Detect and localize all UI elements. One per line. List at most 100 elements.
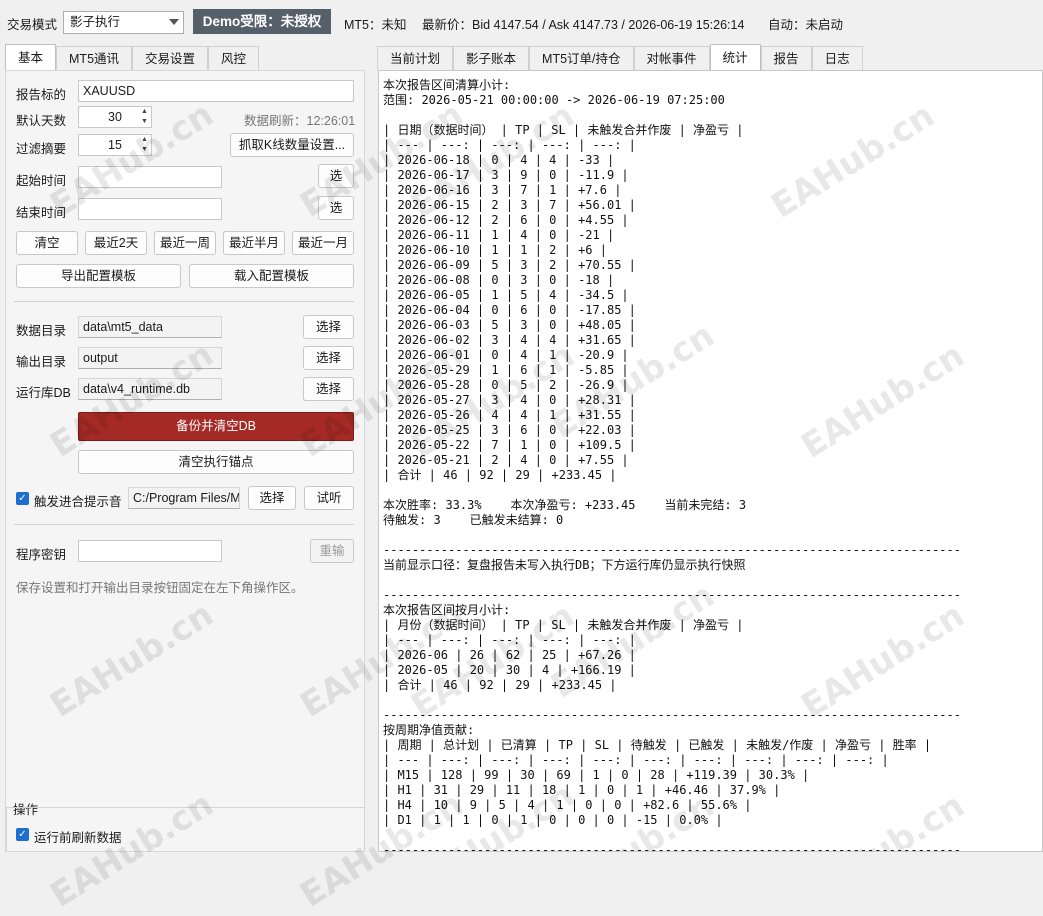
default-days-value: 30 bbox=[108, 110, 122, 124]
import-template-button[interactable]: 载入配置模板 bbox=[189, 264, 354, 288]
filter-stepper[interactable]: ▲ ▼ bbox=[139, 135, 150, 155]
clear-range-button[interactable]: 清空 bbox=[16, 231, 78, 255]
report-line: | 2026-05-28 | 0 | 5 | 2 | -26.9 | bbox=[383, 378, 629, 392]
report-line: | 2026-05-21 | 2 | 4 | 0 | +7.55 | bbox=[383, 453, 629, 467]
report-line: | 合计 | 46 | 92 | 29 | +233.45 | bbox=[383, 468, 617, 482]
data-dir-field[interactable]: data\mt5_data bbox=[78, 316, 222, 338]
tab-mt5-orders[interactable]: MT5订单/持仓 bbox=[529, 46, 634, 70]
program-key-input[interactable] bbox=[78, 540, 222, 562]
report-line: | 2026-06 | 26 | 62 | 25 | +67.26 | bbox=[383, 648, 636, 662]
report-line: 按周期净值贡献: bbox=[383, 723, 475, 737]
tab-risk-control[interactable]: 风控 bbox=[208, 46, 260, 70]
report-line: | --- | ---: | ---: | ---: | ---: | bbox=[383, 138, 636, 152]
days-stepper[interactable]: ▲ ▼ bbox=[139, 107, 150, 127]
reenter-key-button[interactable]: 重输 bbox=[310, 539, 354, 563]
stepper-up-icon[interactable]: ▲ bbox=[139, 107, 150, 117]
data-dir-select-button[interactable]: 选择 bbox=[303, 315, 354, 339]
trigger-sound-label: 触发进合提示音 bbox=[34, 495, 122, 509]
report-line: | 2026-06-18 | 0 | 4 | 4 | -33 | bbox=[383, 153, 615, 167]
report-line: | D1 | 1 | 1 | 0 | 1 | 0 | 0 | 0 | -15 |… bbox=[383, 813, 723, 827]
report-line: | 2026-05-26 | 4 | 4 | 1 | +31.55 | bbox=[383, 408, 636, 422]
tab-log[interactable]: 日志 bbox=[811, 46, 863, 70]
tab-statistics[interactable]: 统计 bbox=[709, 44, 761, 70]
hint-text: 保存设置和打开输出目录按钮固定在左下角操作区。 bbox=[16, 581, 304, 595]
report-line: | H4 | 10 | 9 | 5 | 4 | 1 | 0 | 0 | +82.… bbox=[383, 798, 752, 812]
output-dir-field[interactable]: output bbox=[78, 347, 222, 369]
symbol-label: 报告标的 bbox=[16, 88, 67, 102]
top-toolbar: 交易模式 影子执行 Demo受限：未授权 MT5：未知 最新价：Bid 4147… bbox=[0, 0, 1043, 44]
tab-basic[interactable]: 基本 bbox=[5, 44, 57, 70]
clear-execution-anchor-button[interactable]: 清空执行锚点 bbox=[78, 450, 354, 474]
report-line: | --- | ---: | ---: | ---: | ---: | bbox=[383, 633, 636, 647]
sound-select-button[interactable]: 选择 bbox=[248, 486, 296, 510]
report-line: | 合计 | 46 | 92 | 29 | +233.45 | bbox=[383, 678, 617, 692]
report-line: | 日期（数据时间） | TP | SL | 未触发合并作废 | 净盈亏 | bbox=[383, 123, 744, 137]
tab-current-plan[interactable]: 当前计划 bbox=[377, 46, 454, 70]
last-half-month-button[interactable]: 最近半月 bbox=[223, 231, 285, 255]
listen-sound-button[interactable]: 试听 bbox=[304, 486, 354, 510]
backup-and-clear-db-button[interactable]: 备份并清空DB bbox=[78, 412, 354, 441]
tab-mt5-comm[interactable]: MT5通讯 bbox=[56, 46, 133, 70]
report-line: | 2026-06-08 | 0 | 3 | 0 | -18 | bbox=[383, 273, 615, 287]
end-time-pick-button[interactable]: 选 bbox=[318, 196, 354, 220]
runtime-db-select-button[interactable]: 选择 bbox=[303, 377, 354, 401]
tab-report[interactable]: 报告 bbox=[760, 46, 812, 70]
report-line: | M15 | 128 | 99 | 30 | 69 | 1 | 0 | 28 … bbox=[383, 768, 810, 782]
report-line: 本次胜率: 33.3% 本次净盈亏: +233.45 当前未完结: 3 bbox=[383, 498, 747, 512]
tab-reconcile-events[interactable]: 对帐事件 bbox=[633, 46, 710, 70]
report-line: ----------------------------------------… bbox=[383, 843, 961, 852]
end-time-input[interactable] bbox=[78, 198, 222, 220]
report-line bbox=[383, 828, 961, 843]
start-time-pick-button[interactable]: 选 bbox=[318, 164, 354, 188]
trade-mode-select[interactable]: 影子执行 bbox=[63, 11, 184, 34]
export-template-button[interactable]: 导出配置模板 bbox=[16, 264, 181, 288]
refresh-before-run-checkbox[interactable]: ✓ bbox=[16, 828, 29, 841]
statistics-report-panel[interactable]: 本次报告区间清算小计: 范围: 2026-05-21 00:00:00 -> 20… bbox=[378, 70, 1043, 852]
report-line: | 2026-06-10 | 1 | 1 | 2 | +6 | bbox=[383, 243, 607, 257]
mt5-status: MT5：未知 bbox=[344, 18, 407, 32]
report-line: | 2026-06-09 | 5 | 3 | 2 | +70.55 | bbox=[383, 258, 636, 272]
report-line: | 2026-06-16 | 3 | 7 | 1 | +7.6 | bbox=[383, 183, 622, 197]
fetch-kline-settings-button[interactable]: 抓取K线数量设置... bbox=[230, 133, 354, 157]
report-line: | 2026-05-22 | 7 | 1 | 0 | +109.5 | bbox=[383, 438, 636, 452]
runtime-db-field[interactable]: data\v4_runtime.db bbox=[78, 378, 222, 400]
report-line: | 2026-06-02 | 3 | 4 | 4 | +31.65 | bbox=[383, 333, 636, 347]
last-month-button[interactable]: 最近一月 bbox=[292, 231, 354, 255]
report-line: | 2026-05-27 | 3 | 4 | 0 | +28.31 | bbox=[383, 393, 636, 407]
report-line: | 月份（数据时间） | TP | SL | 未触发合并作废 | 净盈亏 | bbox=[383, 618, 744, 632]
output-dir-label: 输出目录 bbox=[16, 355, 67, 369]
report-line: 本次报告区间清算小计: bbox=[383, 78, 511, 92]
report-line: | 2026-05 | 20 | 30 | 4 | +166.19 | bbox=[383, 663, 636, 677]
report-line: | H1 | 31 | 29 | 11 | 18 | 1 | 0 | 1 | +… bbox=[383, 783, 781, 797]
report-line: 待触发: 3 已触发未结算: 0 bbox=[383, 513, 564, 527]
report-line: | 2026-06-01 | 0 | 4 | 1 | -20.9 | bbox=[383, 348, 629, 362]
last-week-button[interactable]: 最近一周 bbox=[154, 231, 216, 255]
report-line: ----------------------------------------… bbox=[383, 543, 961, 557]
tab-trade-settings[interactable]: 交易设置 bbox=[132, 46, 209, 70]
trigger-sound-path-field[interactable]: C:/Program Files/M bbox=[128, 487, 240, 509]
start-time-input[interactable] bbox=[78, 166, 222, 188]
report-line: ----------------------------------------… bbox=[383, 708, 961, 722]
report-line: 本次报告区间按月小计: bbox=[383, 603, 511, 617]
stepper-down-icon[interactable]: ▼ bbox=[139, 145, 150, 155]
last-2-days-button[interactable]: 最近2天 bbox=[85, 231, 147, 255]
output-dir-select-button[interactable]: 选择 bbox=[303, 346, 354, 370]
divider bbox=[14, 301, 354, 302]
stepper-down-icon[interactable]: ▼ bbox=[139, 117, 150, 127]
report-line: | 2026-06-11 | 1 | 4 | 0 | -21 | bbox=[383, 228, 615, 242]
default-days-label: 默认天数 bbox=[16, 114, 67, 128]
program-key-label: 程序密钥 bbox=[16, 548, 67, 562]
trigger-sound-checkbox[interactable]: ✓ bbox=[16, 492, 29, 505]
runtime-db-label: 运行库DB bbox=[16, 386, 71, 400]
report-line: | 2026-06-12 | 2 | 6 | 0 | +4.55 | bbox=[383, 213, 629, 227]
chevron-down-icon bbox=[169, 19, 179, 25]
stepper-up-icon[interactable]: ▲ bbox=[139, 135, 150, 145]
tab-shadow-ledger[interactable]: 影子账本 bbox=[453, 46, 530, 70]
report-line: | 2026-06-15 | 2 | 3 | 7 | +56.01 | bbox=[383, 198, 636, 212]
report-line: | 周期 | 总计划 | 已清算 | TP | SL | 待触发 | 已触发 |… bbox=[383, 738, 932, 752]
report-line: | 2026-05-25 | 3 | 6 | 0 | +22.03 | bbox=[383, 423, 636, 437]
symbol-input[interactable]: XAUUSD bbox=[78, 80, 354, 102]
trade-mode-value: 影子执行 bbox=[70, 15, 121, 29]
report-line: ----------------------------------------… bbox=[383, 588, 961, 602]
report-line: | --- | ---: | ---: | ---: | ---: | ---:… bbox=[383, 753, 889, 767]
